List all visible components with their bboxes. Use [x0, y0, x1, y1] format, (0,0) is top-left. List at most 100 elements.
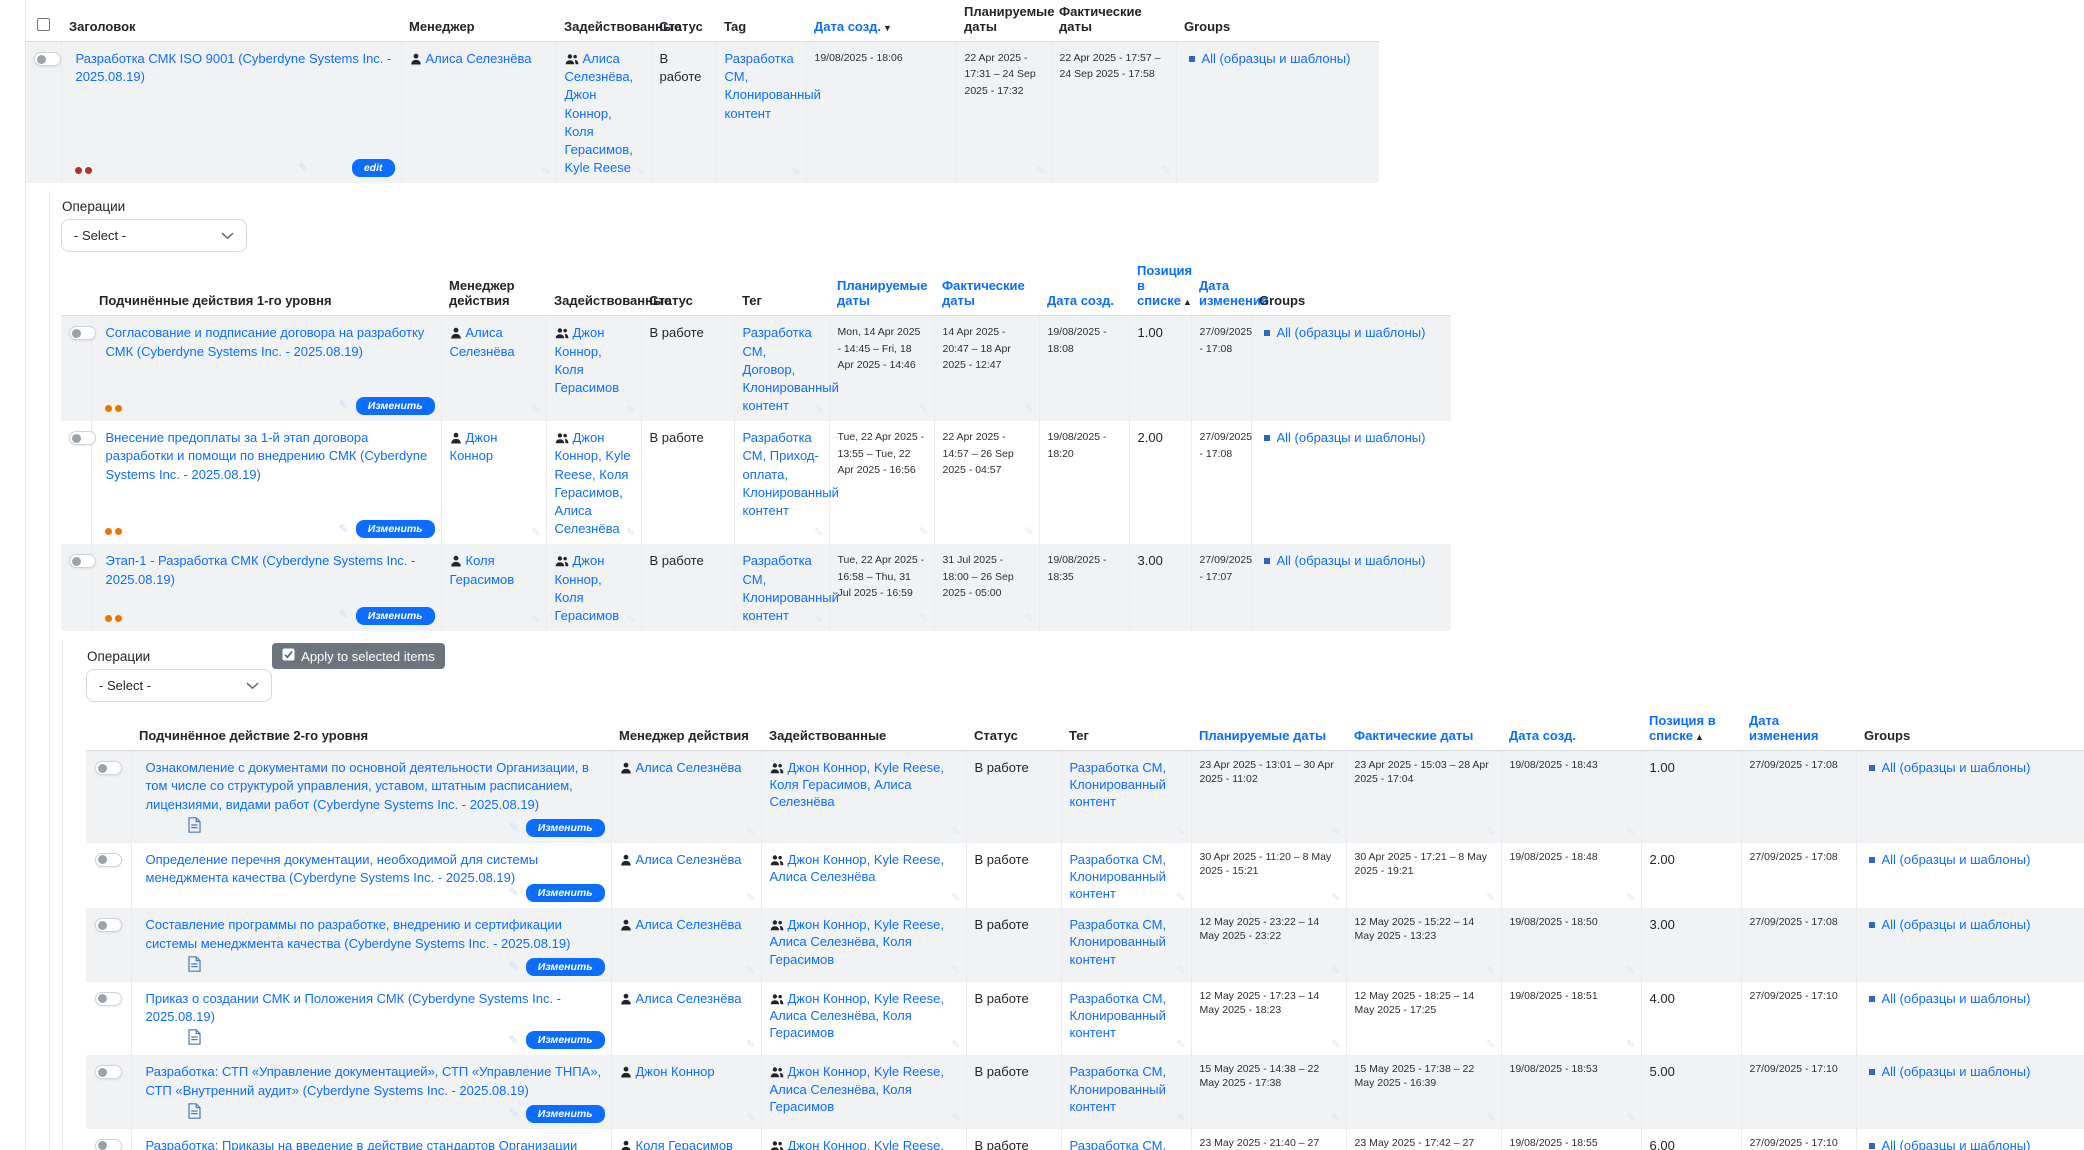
row-toggle[interactable] [95, 761, 122, 775]
column-header[interactable]: Дата изменения [1741, 709, 1856, 751]
group-link[interactable]: All (образцы и шаблоны) [1277, 430, 1426, 445]
column-header[interactable]: Статус [651, 0, 716, 42]
involved-links[interactable]: Алиса Селезнёва, Джон Коннор, Коля Герас… [565, 51, 634, 175]
group-link[interactable]: All (образцы и шаблоны) [1882, 1138, 2031, 1150]
row-toggle[interactable] [95, 918, 122, 932]
column-header[interactable]: Позиция в списке▲ [1641, 709, 1741, 751]
action-title-link[interactable]: Разработка: Приказы на введение в действ… [146, 1138, 578, 1150]
column-header[interactable]: Задействованные [761, 709, 966, 751]
column-header[interactable]: Позиция в списке▲ [1129, 259, 1191, 316]
group-link[interactable]: All (образцы и шаблоны) [1882, 991, 2031, 1006]
tag-links[interactable]: Разработка СМ, Клонированный контент [743, 553, 839, 623]
row-toggle[interactable] [34, 52, 61, 66]
group-link[interactable]: All (образцы и шаблоны) [1277, 325, 1426, 340]
manager-link[interactable]: Джон Коннор [636, 1064, 715, 1079]
document-icon[interactable] [188, 1033, 201, 1048]
action-title-link[interactable]: Приказ о создании СМК и Положения СМК (C… [146, 991, 562, 1024]
column-header[interactable]: Менеджер действия [441, 259, 546, 316]
column-header[interactable]: Дата созд. [1039, 259, 1129, 316]
action-title-link[interactable]: Разработка СМК ISO 9001 (Cyberdyne Syste… [76, 51, 392, 84]
action-title-link[interactable]: Внесение предоплаты за 1-й этап договора… [106, 430, 428, 481]
document-icon[interactable] [188, 1107, 201, 1122]
edit-button[interactable]: Изменить [356, 520, 435, 538]
column-header[interactable]: Планируемые даты [1191, 709, 1346, 751]
tag-links[interactable]: Разработка СМ, Клонированный контент [1070, 852, 1167, 901]
manager-link[interactable]: Алиса Селезнёва [426, 51, 532, 66]
column-header[interactable]: Менеджер действия [611, 709, 761, 751]
group-link[interactable]: All (образцы и шаблоны) [1882, 917, 2031, 932]
column-header[interactable]: Подчинённое действие 2-го уровня [131, 709, 611, 751]
edit-button[interactable]: Изменить [526, 1105, 605, 1123]
involved-links[interactable]: Джон Коннор, Kyle Reese, Алиса Селезнёва… [770, 991, 944, 1040]
column-header[interactable]: Задействованные [546, 259, 641, 316]
involved-links[interactable]: Джон Коннор, Kyle Reese, Коля Герасимов,… [770, 1138, 944, 1150]
tag-links[interactable]: Разработка СМ, Договор, Клонированный ко… [743, 325, 839, 413]
edit-button[interactable]: Изменить [356, 607, 435, 625]
row-toggle[interactable] [95, 1065, 122, 1079]
action-title-link[interactable]: Разработка: СТП «Управление документацие… [146, 1064, 602, 1097]
manager-link[interactable]: Алиса Селезнёва [636, 991, 742, 1006]
column-header[interactable]: Groups [1856, 709, 2084, 751]
tag-links[interactable]: Разработка СМ, Клонированный контент [1070, 1064, 1167, 1113]
document-icon[interactable] [188, 960, 201, 975]
tag-links[interactable]: Разработка СМ, Клонированный контент [1070, 917, 1167, 966]
column-header[interactable]: Планируемые даты [829, 259, 934, 316]
edit-button[interactable]: edit [352, 159, 395, 177]
status-cell: В работе [966, 908, 1061, 982]
row-toggle[interactable] [95, 853, 122, 867]
column-header[interactable]: Подчинённые действия 1-го уровня [91, 259, 441, 316]
column-header[interactable]: Тег [1061, 709, 1191, 751]
column-header[interactable]: Дата изменения [1191, 259, 1251, 316]
edit-button[interactable]: Изменить [356, 397, 435, 415]
involved-links[interactable]: Джон Коннор, Kyle Reese, Алиса Селезнёва… [770, 1064, 944, 1113]
action-title-link[interactable]: Согласование и подписание договора на ра… [106, 325, 425, 358]
edit-button[interactable]: Изменить [526, 1031, 605, 1049]
action-title-link[interactable]: Составление программы по разработке, вне… [146, 917, 571, 950]
column-header[interactable]: Менеджер [401, 0, 556, 42]
group-link[interactable]: All (образцы и шаблоны) [1202, 51, 1351, 66]
involved-links[interactable]: Джон Коннор, Kyle Reese, Алиса Селезнёва [770, 852, 944, 884]
group-link[interactable]: All (образцы и шаблоны) [1882, 1064, 2031, 1079]
group-link[interactable]: All (образцы и шаблоны) [1882, 852, 2031, 867]
tag-links[interactable]: Разработка СМ, Приход-оплата, Клонирован… [743, 430, 839, 518]
edit-button[interactable]: Изменить [526, 884, 605, 902]
group-link[interactable]: All (образцы и шаблоны) [1277, 553, 1426, 568]
manager-link[interactable]: Коля Герасимов [636, 1138, 733, 1150]
tag-links[interactable]: Разработка СМ, Клонированный контент [1070, 991, 1167, 1040]
tag-links[interactable]: Разработка СМ, Клонированный контент [1070, 760, 1167, 809]
operations-select[interactable]: - Select - [61, 219, 247, 252]
column-header[interactable]: Дата созд. [1501, 709, 1641, 751]
edit-button[interactable]: Изменить [526, 958, 605, 976]
involved-links[interactable]: Джон Коннор, Kyle Reese, Коля Герасимов,… [770, 760, 944, 809]
column-header[interactable]: Groups [1251, 259, 1451, 316]
manager-link[interactable]: Алиса Селезнёва [636, 852, 742, 867]
involved-links[interactable]: Джон Коннор, Kyle Reese, Коля Герасимов,… [555, 430, 631, 536]
operations-select[interactable]: - Select - [86, 669, 272, 702]
involved-links[interactable]: Джон Коннор, Kyle Reese, Алиса Селезнёва… [770, 917, 944, 966]
group-link[interactable]: All (образцы и шаблоны) [1882, 760, 2031, 775]
action-title-link[interactable]: Определение перечня документации, необхо… [146, 852, 539, 885]
column-header[interactable]: Фактические даты [1346, 709, 1501, 751]
column-header[interactable]: Статус [641, 259, 734, 316]
column-header[interactable]: Задействованные [556, 0, 651, 42]
column-header[interactable]: Дата созд.▼ [806, 0, 956, 42]
column-header[interactable]: Статус [966, 709, 1061, 751]
column-header[interactable]: Tag [716, 0, 806, 42]
edit-button[interactable]: Изменить [526, 819, 605, 837]
tag-links[interactable]: Разработка СМ, Клонированный контент [1070, 1138, 1167, 1150]
column-header[interactable]: Фактические даты [934, 259, 1039, 316]
row-toggle[interactable] [95, 992, 122, 1006]
column-header[interactable]: Фактические даты [1051, 0, 1176, 42]
column-header[interactable]: Планируемые даты [956, 0, 1051, 42]
row-toggle[interactable] [95, 1139, 122, 1150]
manager-link[interactable]: Алиса Селезнёва [636, 917, 742, 932]
document-icon[interactable] [188, 821, 201, 836]
apply-to-selected-button[interactable]: Apply to selected items [272, 643, 445, 669]
action-title-link[interactable]: Ознакомление с документами по основной д… [146, 760, 589, 811]
column-header[interactable]: Тег [734, 259, 829, 316]
manager-link[interactable]: Алиса Селезнёва [636, 760, 742, 775]
select-all-checkbox[interactable] [37, 18, 50, 31]
column-header[interactable]: Заголовок [61, 0, 401, 42]
column-header[interactable]: Groups [1176, 0, 1379, 42]
action-title-link[interactable]: Этап-1 - Разработка СМК (Cyberdyne Syste… [106, 553, 416, 586]
